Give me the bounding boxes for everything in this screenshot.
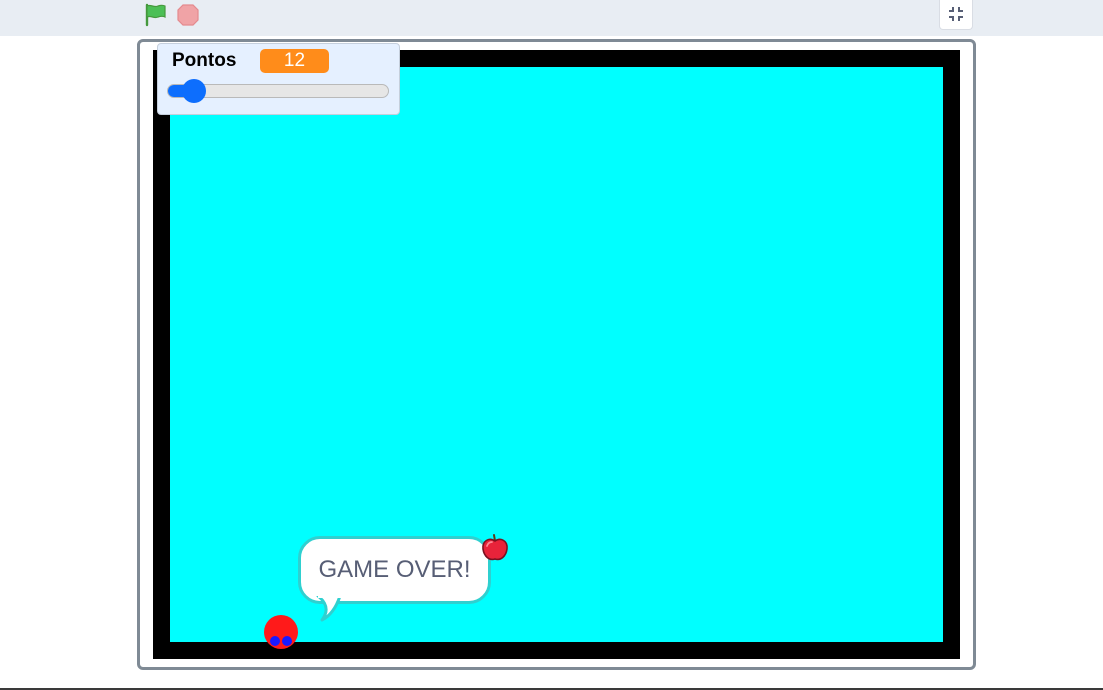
speech-bubble: GAME OVER! <box>298 536 491 604</box>
green-flag-icon <box>145 3 166 27</box>
stage-area[interactable] <box>170 67 943 642</box>
monitor-label: Pontos <box>172 50 237 71</box>
speech-bubble-tail <box>316 596 342 622</box>
unfullscreen-icon <box>949 7 963 21</box>
stop-sign-icon <box>177 4 199 26</box>
variable-monitor[interactable]: Pontos 12 <box>157 43 400 115</box>
apple-sprite[interactable] <box>479 532 511 564</box>
slider-thumb[interactable] <box>182 79 207 103</box>
player-toolbar <box>0 0 1103 36</box>
stop-button[interactable] <box>176 3 200 27</box>
unfullscreen-button[interactable] <box>939 0 973 30</box>
green-flag-button[interactable] <box>143 3 169 27</box>
monitor-value: 12 <box>260 49 329 73</box>
player-sprite[interactable] <box>262 613 302 653</box>
monitor-slider[interactable] <box>167 79 389 103</box>
speech-bubble-text: GAME OVER! <box>318 556 471 583</box>
